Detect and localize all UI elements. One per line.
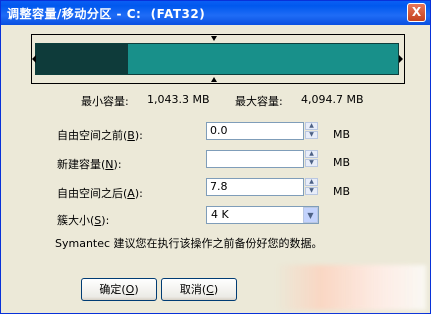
free-before-input[interactable]: 0.0 [206,122,304,140]
free-before-unit: MB [333,128,351,141]
spin-up-icon[interactable]: ▲ [305,178,318,186]
new-size-spinner[interactable]: ▲ ▼ [305,150,318,168]
new-size-unit: MB [333,156,351,169]
partition-top-marker-icon [211,36,217,41]
cluster-size-value: 4 K [211,208,229,221]
window-title: 调整容量/移动分区 - C: (FAT32) [7,7,206,21]
cluster-size-label: 簇大小(S): [57,214,110,227]
free-before-spinner[interactable]: ▲ ▼ [305,122,318,140]
partition-bottom-marker-icon [211,77,217,82]
min-capacity-value: 1,043.3 MB [147,93,210,106]
free-after-label: 自由空间之后(A): [57,187,143,200]
free-before-label: 自由空间之前(B): [57,129,143,142]
min-capacity-label: 最小容量: [81,95,129,108]
spin-up-icon[interactable]: ▲ [305,150,318,158]
ok-button[interactable]: 确定(O) [81,278,157,301]
spin-up-icon[interactable]: ▲ [305,122,318,130]
max-capacity-value: 4,094.7 MB [301,93,364,106]
blurred-watermark [276,265,426,310]
close-icon: X [411,5,422,19]
free-after-input[interactable]: 7.8 [206,178,304,196]
close-button[interactable]: X [407,3,426,22]
partition-used-space [36,44,129,74]
chevron-down-icon[interactable]: ▼ [303,207,318,223]
free-after-unit: MB [333,185,351,198]
partition-right-handle-icon[interactable] [399,55,403,63]
spin-down-icon[interactable]: ▼ [305,187,318,195]
spin-down-icon[interactable]: ▼ [305,159,318,167]
resize-partition-dialog: 调整容量/移动分区 - C: (FAT32) X 最小容量: 1,043.3 M… [0,0,431,314]
partition-bar[interactable] [35,43,399,75]
free-after-spinner[interactable]: ▲ ▼ [305,178,318,196]
spin-down-icon[interactable]: ▼ [305,131,318,139]
backup-warning-text: Symantec 建议您在执行该操作之前备份好您的数据。 [55,237,323,250]
new-size-input[interactable] [206,150,304,168]
partition-left-handle-icon[interactable] [32,55,36,63]
max-capacity-label: 最大容量: [235,95,283,108]
cluster-size-select[interactable]: 4 K ▼ [206,206,319,224]
new-size-label: 新建容量(N): [57,158,122,171]
title-bar[interactable]: 调整容量/移动分区 - C: (FAT32) X [1,1,430,25]
cancel-button[interactable]: 取消(C) [161,278,237,301]
